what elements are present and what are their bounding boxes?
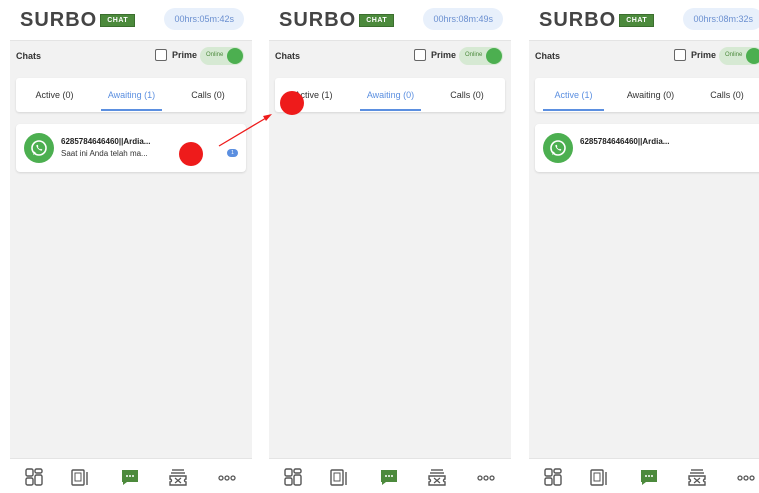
prime-filter[interactable]: Prime [674,49,716,61]
logo-chat-tag: CHAT [359,14,395,27]
prime-label: Prime [431,50,457,60]
tap-marker-2 [280,91,304,115]
tab-calls[interactable]: Calls (0) [429,78,505,112]
tickets-icon[interactable] [168,467,188,487]
toggle-knob [227,48,243,64]
online-toggle-label: Online [206,52,224,58]
online-toggle[interactable]: Online [719,47,759,65]
prime-checkbox[interactable] [674,49,686,61]
top-bar: SURBO CHAT 00hrs:08m:49s [269,0,511,40]
chats-header: Chats Prime Online [529,40,759,70]
tickets-icon[interactable] [687,467,707,487]
session-timer: 00hrs:05m:42s [164,8,244,30]
bottom-nav [529,458,759,493]
phone-screen-1: SURBO CHAT 00hrs:05m:42s Chats Prime Onl… [10,0,252,493]
chat-icon[interactable] [639,467,659,487]
chat-list-item[interactable]: 6285784646460||Ardia... Saat ini Anda te… [16,124,246,172]
more-icon[interactable] [476,467,496,487]
online-toggle[interactable]: Online [459,47,503,65]
chat-icon[interactable] [120,467,140,487]
prime-filter[interactable]: Prime [414,49,456,61]
more-icon[interactable] [217,467,237,487]
online-toggle-label: Online [725,52,743,58]
tab-awaiting[interactable]: Awaiting (1) [93,78,170,112]
tab-calls[interactable]: Calls (0) [170,78,246,112]
logo-text: SURBO [539,9,617,31]
unread-badge: 1 [227,149,238,157]
chat-contact-name: 6285784646460||Ardia... [580,137,670,146]
prime-filter[interactable]: Prime [155,49,197,61]
prime-label: Prime [172,50,198,60]
chats-title: Chats [16,51,42,61]
tab-active[interactable]: Active (0) [16,78,93,112]
prime-label: Prime [691,50,717,60]
dashboard-icon[interactable] [283,467,303,487]
surbo-logo: SURBO CHAT [279,9,395,32]
more-icon[interactable] [736,467,756,487]
tab-active[interactable]: Active (1) [535,78,612,112]
surbo-logo: SURBO CHAT [539,9,655,32]
chats-header: Chats Prime Online [269,40,511,70]
tap-marker-1 [179,142,203,166]
tab-awaiting[interactable]: Awaiting (0) [352,78,429,112]
documents-icon[interactable] [329,467,349,487]
top-bar: SURBO CHAT 00hrs:08m:32s [529,0,759,40]
logo-chat-tag: CHAT [619,14,655,27]
chats-header: Chats Prime Online [10,40,252,70]
top-bar: SURBO CHAT 00hrs:05m:42s [10,0,252,40]
chats-title: Chats [275,51,301,61]
chat-contact-name: 6285784646460||Ardia... [61,137,151,146]
tab-awaiting[interactable]: Awaiting (0) [612,78,689,112]
chat-tabs: Active (1) Awaiting (0) Calls (0) [535,78,759,112]
bottom-nav [269,458,511,493]
prime-checkbox[interactable] [155,49,167,61]
chat-list-item[interactable]: 6285784646460||Ardia... [535,124,759,172]
chat-last-message: Saat ini Anda telah ma... [61,149,148,158]
phone-screen-2: SURBO CHAT 00hrs:08m:49s Chats Prime Onl… [269,0,511,493]
documents-icon[interactable] [589,467,609,487]
logo-chat-tag: CHAT [100,14,136,27]
bottom-nav [10,458,252,493]
documents-icon[interactable] [70,467,90,487]
dashboard-icon[interactable] [24,467,44,487]
chats-title: Chats [535,51,561,61]
dashboard-icon[interactable] [543,467,563,487]
surbo-logo: SURBO CHAT [20,9,136,32]
chat-tabs: Active (0) Awaiting (1) Calls (0) [16,78,246,112]
tab-calls[interactable]: Calls (0) [689,78,759,112]
prime-checkbox[interactable] [414,49,426,61]
session-timer: 00hrs:08m:49s [423,8,503,30]
whatsapp-icon [543,133,573,163]
online-toggle[interactable]: Online [200,47,244,65]
logo-text: SURBO [20,9,98,31]
whatsapp-icon [24,133,54,163]
toggle-knob [746,48,759,64]
session-timer: 00hrs:08m:32s [683,8,759,30]
toggle-knob [486,48,502,64]
chat-tabs: Active (1) Awaiting (0) Calls (0) [275,78,505,112]
chat-icon[interactable] [379,467,399,487]
phone-screen-3: SURBO CHAT 00hrs:08m:32s Chats Prime Onl… [529,0,759,493]
online-toggle-label: Online [465,52,483,58]
logo-text: SURBO [279,9,357,31]
tickets-icon[interactable] [427,467,447,487]
